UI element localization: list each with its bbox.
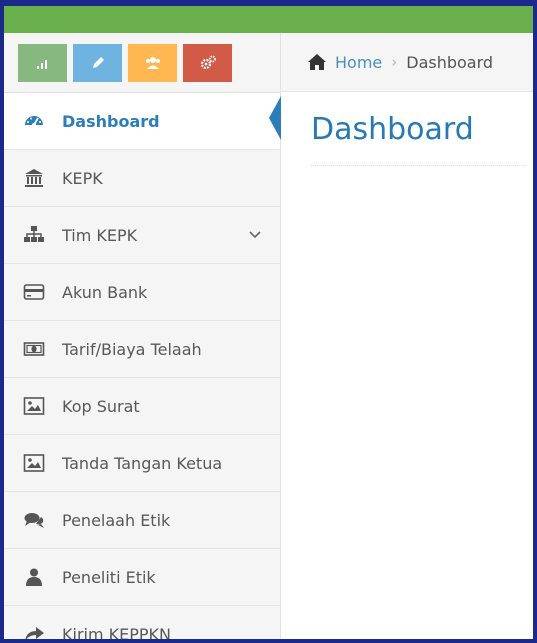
tachometer-icon [23, 110, 45, 132]
breadcrumb-current: Dashboard [406, 52, 494, 72]
credit-card-icon [23, 281, 45, 303]
sidebar: Dashboard KEPK Tim KEPK Akun Bank Tarif/… [4, 33, 281, 639]
sidebar-item-label: Tanda Tangan Ketua [62, 453, 223, 473]
picture-icon [23, 395, 45, 417]
sidebar-item-label: Penelaah Etik [62, 510, 171, 530]
comments-icon [23, 509, 45, 531]
active-indicator [269, 96, 281, 140]
page-title: Dashboard [311, 112, 474, 147]
app-window: Dashboard KEPK Tim KEPK Akun Bank Tarif/… [4, 6, 533, 639]
sidebar-item-tim-kepk[interactable]: Tim KEPK [4, 207, 280, 264]
sidebar-item-dashboard[interactable]: Dashboard [4, 93, 281, 150]
top-navbar [4, 6, 533, 33]
sidebar-nav: Dashboard KEPK Tim KEPK Akun Bank Tarif/… [4, 93, 281, 639]
sidebar-item-label: Tarif/Biaya Telaah [62, 339, 202, 359]
money-icon [23, 338, 45, 360]
user-icon [23, 566, 45, 588]
breadcrumb-home-link[interactable]: Home [335, 53, 382, 72]
pencil-icon [92, 56, 104, 68]
sidebar-item-label: Kop Surat [62, 396, 140, 416]
sidebar-item-kirim-keppkn[interactable]: Kirim KEPPKN [4, 606, 280, 639]
share-icon [23, 623, 45, 639]
breadcrumb-separator-icon: › [391, 53, 398, 71]
sidebar-item-label: Tim KEPK [62, 225, 138, 245]
sidebar-shortcuts [4, 33, 280, 93]
shortcut-users-button[interactable] [128, 43, 177, 82]
sidebar-item-peneliti-etik[interactable]: Peneliti Etik [4, 549, 280, 606]
main-content: Home › Dashboard Dashboard [281, 33, 533, 639]
sidebar-item-kepk[interactable]: KEPK [4, 150, 280, 207]
sitemap-icon [23, 224, 45, 246]
home-icon [308, 54, 326, 70]
sidebar-item-label: KEPK [62, 168, 103, 188]
shortcut-settings-button[interactable] [183, 43, 232, 82]
breadcrumb: Home › Dashboard [281, 33, 533, 92]
institution-icon [23, 167, 45, 189]
sidebar-item-tanda-tangan[interactable]: Tanda Tangan Ketua [4, 435, 280, 492]
sidebar-item-label: Kirim KEPPKN [62, 624, 171, 640]
sidebar-item-label: Peneliti Etik [62, 567, 156, 587]
sidebar-item-akun-bank[interactable]: Akun Bank [4, 264, 280, 321]
shortcut-stats-button[interactable] [18, 43, 67, 82]
chevron-down-icon[interactable] [248, 228, 262, 242]
sidebar-item-label: Dashboard [62, 111, 160, 131]
cogs-icon [200, 55, 216, 69]
sidebar-item-penelaah-etik[interactable]: Penelaah Etik [4, 492, 280, 549]
shortcut-edit-button[interactable] [73, 43, 122, 82]
sidebar-item-label: Akun Bank [62, 282, 148, 302]
users-icon [145, 56, 160, 69]
signal-icon [36, 59, 47, 69]
sidebar-item-kop-surat[interactable]: Kop Surat [4, 378, 280, 435]
picture-icon [23, 452, 45, 474]
sidebar-item-tarif[interactable]: Tarif/Biaya Telaah [4, 321, 280, 378]
page-header: Dashboard [311, 112, 526, 166]
